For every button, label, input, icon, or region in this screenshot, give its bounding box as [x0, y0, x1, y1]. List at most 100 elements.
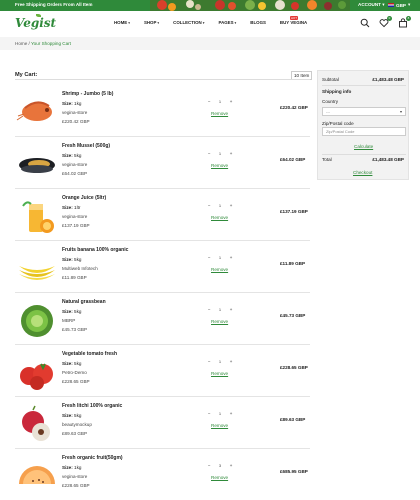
product-size: Size: 1kg	[62, 101, 82, 106]
cart-bag-icon[interactable]: 8	[398, 16, 411, 28]
quantity-stepper: −1 +	[205, 409, 235, 418]
zip-label: Zip/Postal code	[322, 121, 354, 126]
account-menu[interactable]: ACCOUNT ▾	[358, 2, 385, 8]
plus-icon[interactable]: +	[227, 255, 235, 260]
quantity-value[interactable]: 3	[216, 463, 224, 468]
total-label: Total	[322, 157, 332, 162]
order-summary: Subtotal £1,483.48 GBP Shipping info Cou…	[317, 70, 409, 180]
remove-button[interactable]: Remove	[211, 111, 228, 116]
banana-icon[interactable]	[15, 246, 59, 290]
wishlist-count-badge: 0	[387, 16, 392, 21]
remove-button[interactable]: Remove	[211, 215, 228, 220]
plus-icon[interactable]: +	[227, 463, 235, 468]
remove-button[interactable]: Remove	[211, 163, 228, 168]
orange-juice-icon[interactable]	[15, 194, 59, 238]
breadcrumb-current: Your Shopping Cart	[31, 41, 71, 46]
minus-icon[interactable]: −	[205, 359, 213, 364]
product-vendor: vegina-store	[62, 474, 88, 479]
quantity-stepper: −1 +	[205, 201, 235, 210]
search-icon[interactable]	[360, 18, 370, 28]
plus-icon[interactable]: +	[227, 307, 235, 312]
product-size: Size: 1ltr	[62, 205, 81, 210]
plus-icon[interactable]: +	[227, 411, 235, 416]
uk-flag-icon	[388, 3, 394, 7]
minus-icon[interactable]: −	[205, 151, 213, 156]
minus-icon[interactable]: −	[205, 411, 213, 416]
product-name[interactable]: Shrimp - Jumbo (5 lb)	[62, 91, 113, 97]
remove-button[interactable]: Remove	[211, 319, 228, 324]
line-total: £220.42 GBP	[280, 105, 308, 110]
breadcrumb-home[interactable]: Home	[15, 41, 27, 46]
melon-icon[interactable]	[15, 454, 59, 498]
minus-icon[interactable]: −	[205, 203, 213, 208]
product-unit-price: £137.19 GBP	[62, 223, 90, 228]
nav-blogs[interactable]: BLOGS	[250, 20, 266, 25]
minus-icon[interactable]: −	[205, 307, 213, 312]
product-size: Size: 5kg	[62, 361, 82, 366]
remove-button[interactable]: Remove	[211, 267, 228, 272]
quantity-value[interactable]: 1	[216, 307, 224, 312]
product-unit-price: £45.73 GBP	[62, 327, 88, 332]
remove-button[interactable]: Remove	[211, 475, 228, 480]
shipping-title: Shipping info	[322, 89, 352, 94]
chevron-down-icon: ▾	[399, 109, 402, 114]
zip-input[interactable]: Zip/Postal Code	[322, 127, 406, 136]
country-select[interactable]: --- ▾	[322, 107, 406, 116]
quantity-stepper: −1 +	[205, 253, 235, 262]
cart-item-row: Shrimp - Jumbo (5 lb) Size: 1kg vegina-sto…	[15, 85, 310, 137]
product-size: Size: 5kg	[62, 413, 82, 418]
minus-icon[interactable]: −	[205, 255, 213, 260]
calculate-button[interactable]: Calculate	[354, 144, 373, 149]
quantity-value[interactable]: 1	[216, 203, 224, 208]
product-name[interactable]: Orange Juice (5ltr)	[62, 195, 106, 201]
hot-badge: HOT	[290, 16, 298, 20]
remove-button[interactable]: Remove	[211, 423, 228, 428]
product-unit-price: £228.65 GBP	[62, 379, 90, 384]
total-value: £1,483.48 GBP	[372, 157, 404, 162]
product-name[interactable]: Natural grassbean	[62, 299, 106, 305]
line-total: £45.73 GBP	[280, 313, 306, 318]
product-name[interactable]: Fresh Mussel (500g)	[62, 143, 110, 149]
product-name[interactable]: Fruits banana 100% organic	[62, 247, 128, 253]
product-unit-price: £228.65 GBP	[62, 483, 90, 488]
quantity-stepper: −1 +	[205, 97, 235, 106]
plus-icon[interactable]: +	[227, 359, 235, 364]
plus-icon[interactable]: +	[227, 99, 235, 104]
wishlist-heart-icon[interactable]: 0	[379, 16, 392, 28]
checkout-button[interactable]: Checkout	[353, 170, 372, 175]
quantity-value[interactable]: 1	[216, 151, 224, 156]
product-name[interactable]: Fresh litchi 100% organic	[62, 403, 122, 409]
shrimp-icon[interactable]	[15, 90, 59, 134]
tomato-icon[interactable]	[15, 350, 59, 394]
minus-icon[interactable]: −	[205, 99, 213, 104]
quantity-value[interactable]: 1	[216, 255, 224, 260]
nav-shop[interactable]: SHOP▾	[144, 20, 159, 25]
nav-collection[interactable]: COLLECTION▾	[173, 20, 204, 25]
breadcrumb: Home / Your Shopping Cart	[0, 37, 420, 50]
quantity-value[interactable]: 1	[216, 99, 224, 104]
minus-icon[interactable]: −	[205, 463, 213, 468]
vegetable-banner-image	[150, 0, 350, 11]
promo-text: Free Shipping Orders From All Item	[15, 2, 93, 7]
product-name[interactable]: Fresh organic fruit(50gm)	[62, 455, 123, 461]
litchi-icon[interactable]	[15, 402, 59, 446]
site-logo[interactable]: Vegist	[15, 16, 56, 30]
product-vendor: beautymockup	[62, 422, 92, 427]
product-unit-price: £220.42 GBP	[62, 119, 90, 124]
cart-title: My Cart:	[15, 72, 38, 78]
quantity-value[interactable]: 1	[216, 359, 224, 364]
product-vendor: Multiweb Infotech	[62, 266, 98, 271]
quantity-value[interactable]: 1	[216, 411, 224, 416]
nav-home[interactable]: HOME▾	[114, 20, 130, 25]
subtotal-label: Subtotal	[322, 77, 339, 82]
product-name[interactable]: Vegetable tomato fresh	[62, 351, 117, 357]
mussel-icon[interactable]	[15, 142, 59, 186]
cabbage-icon[interactable]	[15, 298, 59, 342]
plus-icon[interactable]: +	[227, 151, 235, 156]
remove-button[interactable]: Remove	[211, 371, 228, 376]
nav-pages[interactable]: PAGES▾	[218, 20, 236, 25]
plus-icon[interactable]: +	[227, 203, 235, 208]
currency-selector[interactable]: GBP ▾	[388, 2, 410, 8]
cart-item-row: Fresh litchi 100% organic Size: 5kg beauty…	[15, 397, 310, 449]
nav-buy-vegina[interactable]: BUY VEGINA	[280, 20, 307, 25]
